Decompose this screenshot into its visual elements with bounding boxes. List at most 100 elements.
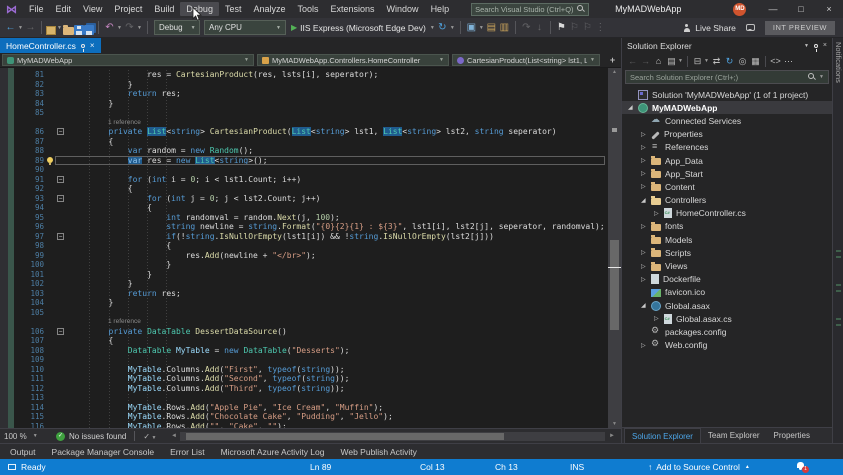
code-line-90[interactable]: 90 <box>0 165 608 175</box>
account-avatar[interactable]: MD <box>733 3 746 16</box>
code-editor[interactable]: 81 res = CartesianProduct(res, lsts[i], … <box>0 68 621 428</box>
forward-icon[interactable]: → <box>639 56 652 66</box>
code-line-95[interactable]: 95 int randomval = random.Next(j, 100); <box>0 213 608 223</box>
code-line-99[interactable]: 99 res.Add(newline + "</br>"); <box>0 251 608 261</box>
tree-item-references[interactable]: ▷References <box>622 141 832 154</box>
code-line-98[interactable]: 98 { <box>0 241 608 251</box>
nuget-icon[interactable]: ◎ <box>736 56 749 67</box>
code-line-110[interactable]: 110 MyTable.Columns.Add("First", typeof(… <box>0 365 608 375</box>
code-line-81[interactable]: 81 res = CartesianProduct(res, lsts[i], … <box>0 70 608 80</box>
tree-item-models[interactable]: Models <box>622 233 832 246</box>
chevron-down-icon[interactable]: ▼ <box>136 25 143 31</box>
back-icon[interactable]: ← <box>626 56 639 66</box>
scroll-right-icon[interactable]: ► <box>609 433 615 439</box>
expand-arrow-icon[interactable]: ▷ <box>641 183 651 190</box>
expand-arrow-icon[interactable]: ▷ <box>641 276 651 283</box>
tree-item-mymadwebapp[interactable]: ◢MyMADWebApp <box>622 101 832 114</box>
close-tab-icon[interactable]: × <box>90 41 95 50</box>
menu-debug[interactable]: Debug <box>180 2 219 16</box>
tree-item-controllers[interactable]: ◢Controllers <box>622 194 832 207</box>
batch-build-icon[interactable]: ▥ <box>498 19 511 37</box>
expand-arrow-icon[interactable]: ▷ <box>641 263 651 270</box>
expand-arrow-icon[interactable]: ▷ <box>641 144 651 151</box>
code-line-85[interactable]: 85 <box>0 108 608 118</box>
solution-explorer-title-bar[interactable]: Solution Explorer ▼ × <box>622 38 832 53</box>
redo-icon[interactable]: ↷ <box>123 19 136 37</box>
code-line-108[interactable]: 108 DataTable MyTable = new DataTable("D… <box>0 346 608 356</box>
tree-item-solution-mymadwebapp-1-of-1-project[interactable]: Solution 'MyMADWebApp' (1 of 1 project) <box>622 88 832 101</box>
code-lens-references[interactable]: 1 reference <box>0 118 608 128</box>
code-line-101[interactable]: 101 } <box>0 270 608 280</box>
code-line-109[interactable]: 109 <box>0 355 608 365</box>
expand-arrow-icon[interactable]: ▷ <box>654 210 664 217</box>
bookmark-icon[interactable]: ⚑ <box>555 19 568 37</box>
code-line-94[interactable]: 94 { <box>0 203 608 213</box>
panel-tab-team-explorer[interactable]: Team Explorer <box>701 428 767 443</box>
expand-arrow-icon[interactable]: ▷ <box>641 170 651 177</box>
code-line-89[interactable]: 89 var res = new List<string>(); <box>0 156 608 166</box>
menu-analyze[interactable]: Analyze <box>247 2 291 16</box>
tree-item-homecontroller-cs[interactable]: ▷HomeController.cs <box>622 207 832 220</box>
code-cleanup-icon[interactable]: ✓ ▼ <box>143 432 156 441</box>
tree-item-global-asax[interactable]: ◢Global.asax <box>622 299 832 312</box>
more-icon[interactable]: ⋯ <box>782 56 795 67</box>
code-line-100[interactable]: 100 } <box>0 260 608 270</box>
close-panel-icon[interactable]: × <box>823 42 827 49</box>
tree-item-properties[interactable]: ▷Properties <box>622 128 832 141</box>
code-line-96[interactable]: 96 string newline = string.Format("{0}{2… <box>0 222 608 232</box>
menu-extensions[interactable]: Extensions <box>325 2 381 16</box>
code-line-112[interactable]: 112 MyTable.Columns.Add("Third", typeof(… <box>0 384 608 394</box>
undo-icon[interactable]: ↶ <box>103 19 116 37</box>
tree-item-content[interactable]: ▷Content <box>622 180 832 193</box>
fold-collapse-icon[interactable]: − <box>57 328 64 335</box>
menu-view[interactable]: View <box>77 2 108 16</box>
collapse-arrow-icon[interactable]: ◢ <box>641 302 651 309</box>
project-dropdown[interactable]: MyMADWebApp ▼ <box>2 54 254 66</box>
show-all-files-icon[interactable]: ▦ <box>749 56 762 67</box>
expand-arrow-icon[interactable]: ▷ <box>641 223 651 230</box>
refresh-icon[interactable]: ↻ <box>436 19 449 37</box>
zoom-dropdown[interactable]: 100 % ▼ <box>4 432 56 441</box>
menu-build[interactable]: Build <box>148 2 180 16</box>
code-line-84[interactable]: 84 } <box>0 99 608 109</box>
tree-item-connected-services[interactable]: Connected Services <box>622 114 832 127</box>
bottom-tab-microsoft-azure-activity-log[interactable]: Microsoft Azure Activity Log <box>221 447 325 457</box>
notifications-tab[interactable]: Notifications <box>834 42 843 83</box>
solution-platforms-dropdown[interactable]: Any CPU▼ <box>204 20 286 35</box>
code-line-107[interactable]: 107 { <box>0 336 608 346</box>
live-share-icon[interactable] <box>682 24 691 32</box>
menu-help[interactable]: Help <box>425 2 456 16</box>
attach-to-process-icon[interactable]: ▣ <box>465 19 478 37</box>
code-line-103[interactable]: 103 return res; <box>0 289 608 299</box>
auto-hide-pin-icon[interactable] <box>814 44 818 48</box>
code-line-111[interactable]: 111 MyTable.Columns.Add("Second", typeof… <box>0 374 608 384</box>
add-to-source-control[interactable]: ↑ Add to Source Control ▲ <box>648 459 750 475</box>
fold-collapse-icon[interactable]: − <box>57 233 64 240</box>
scrollbar-thumb[interactable] <box>610 240 619 330</box>
send-feedback-icon[interactable] <box>746 24 755 31</box>
bottom-tab-package-manager-console[interactable]: Package Manager Console <box>52 447 155 457</box>
code-line-114[interactable]: 114 MyTable.Rows.Add("Apple Pie", "Ice C… <box>0 403 608 413</box>
maximize-button[interactable]: □ <box>787 0 815 18</box>
save-all-icon[interactable] <box>84 25 94 35</box>
refresh-icon[interactable]: ↻ <box>723 56 736 67</box>
bottom-tab-web-publish-activity[interactable]: Web Publish Activity <box>341 447 417 457</box>
code-line-113[interactable]: 113 <box>0 393 608 403</box>
switch-views-icon[interactable]: ▤ <box>665 56 678 67</box>
tree-item-views[interactable]: ▷Views <box>622 259 832 272</box>
code-lines[interactable]: 81 res = CartesianProduct(res, lsts[i], … <box>0 70 608 428</box>
code-line-92[interactable]: 92 { <box>0 184 608 194</box>
lightbulb-icon[interactable] <box>47 157 53 163</box>
menu-project[interactable]: Project <box>108 2 148 16</box>
expand-arrow-icon[interactable]: ▷ <box>641 249 651 256</box>
bottom-tab-error-list[interactable]: Error List <box>170 447 204 457</box>
pin-icon[interactable] <box>81 44 85 48</box>
tree-item-global-asax-cs[interactable]: ▷Global.asax.cs <box>622 312 832 325</box>
horizontal-scrollbar-thumb[interactable] <box>186 433 504 440</box>
scroll-down-icon[interactable]: ▼ <box>608 421 621 427</box>
search-box[interactable]: Search Visual Studio (Ctrl+Q) <box>471 3 589 16</box>
solution-explorer-search-box[interactable]: Search Solution Explorer (Ctrl+;) ▼ <box>625 70 829 84</box>
tab-homecontroller[interactable]: HomeController.cs × <box>0 38 101 53</box>
fold-collapse-icon[interactable]: − <box>57 195 64 202</box>
view-code-icon[interactable]: <> <box>769 56 782 66</box>
